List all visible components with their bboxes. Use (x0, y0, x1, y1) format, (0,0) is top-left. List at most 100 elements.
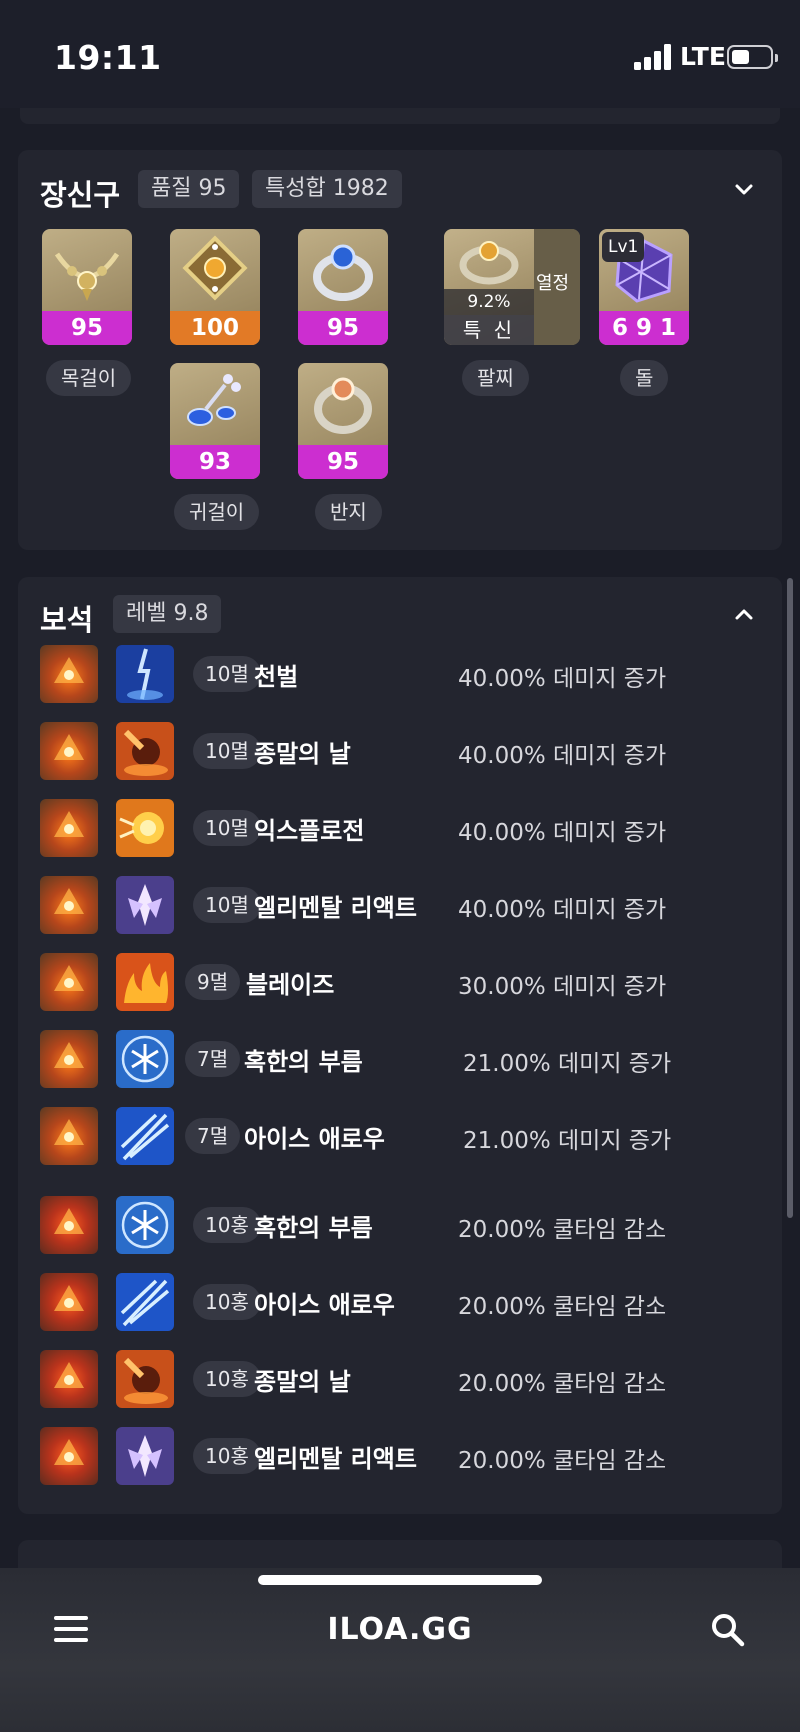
earring-item[interactable]: 100 (170, 229, 260, 345)
gem-effect: 20.00% 쿨타임 감소 (458, 1217, 667, 1243)
earring-label: 귀걸이 (174, 494, 260, 530)
gem-icon (40, 1273, 98, 1331)
necklace-item[interactable]: 95 (42, 229, 132, 345)
skill-name: 블레이즈 (246, 971, 335, 999)
gem-row[interactable]: 10멸 익스플로전 40.00% 데미지 증가 (40, 799, 760, 857)
crystal-icon (116, 1427, 174, 1485)
earring-icon (187, 374, 241, 426)
chevron-up-icon[interactable] (733, 603, 755, 625)
gem-effect: 20.00% 쿨타임 감소 (458, 1294, 667, 1320)
gem-level: 10홍 (193, 1284, 261, 1320)
skill-name: 천벌 (254, 663, 299, 691)
meteor-icon (116, 1350, 174, 1408)
quality-value: 95 (298, 445, 388, 479)
skill-name: 엘리멘탈 리액트 (254, 894, 417, 922)
gem-level: 10멸 (193, 887, 261, 923)
accessories-section: 장신구 품질 95 특성합 1982 95 목걸이 100 95 9.2% 특 … (18, 150, 782, 550)
meteor-icon (116, 722, 174, 780)
gem-effect: 40.00% 데미지 증가 (458, 820, 667, 846)
gem-row[interactable]: 10홍 종말의 날 20.00% 쿨타임 감소 (40, 1350, 760, 1408)
gem-effect: 40.00% 데미지 증가 (458, 666, 667, 692)
gem-level: 10멸 (193, 810, 261, 846)
quality-value: 93 (170, 445, 260, 479)
crystal-icon (116, 876, 174, 934)
menu-icon[interactable] (54, 1616, 88, 1642)
quality-tag: 품질 95 (138, 170, 240, 208)
gem-row[interactable]: 10홍 혹한의 부름 20.00% 쿨타임 감소 (40, 1196, 760, 1254)
bracelet-stat-value: 9.2% (444, 289, 534, 315)
quality-value: 100 (170, 311, 260, 345)
stone-level: Lv1 (602, 232, 645, 262)
skill-name: 익스플로전 (254, 817, 365, 845)
gem-effect: 40.00% 데미지 증가 (458, 743, 667, 769)
earring-icon (182, 235, 248, 301)
gem-icon (40, 953, 98, 1011)
gem-row[interactable]: 7멸 혹한의 부름 21.00% 데미지 증가 (40, 1030, 760, 1088)
gem-row[interactable]: 10멸 종말의 날 40.00% 데미지 증가 (40, 722, 760, 780)
gem-icon (40, 722, 98, 780)
bottom-navigation: ILOA.GG (0, 1568, 800, 1732)
ring-item[interactable]: 95 (298, 363, 388, 479)
gem-row[interactable]: 10홍 엘리멘탈 리액트 20.00% 쿨타임 감소 (40, 1427, 760, 1485)
necklace-icon (54, 252, 120, 301)
gem-effect: 20.00% 쿨타임 감소 (458, 1448, 667, 1474)
skill-name: 종말의 날 (254, 740, 351, 768)
snowflake-icon (116, 1030, 174, 1088)
stone-label: 돌 (620, 360, 669, 396)
gems-section: 보석 레벨 9.8 10멸 천벌 40.00% 데미지 증가 10멸 종말의 날 40.0… (18, 577, 782, 1514)
quality-value: 95 (298, 311, 388, 345)
gem-level: 10홍 (193, 1438, 261, 1474)
ring-icon (314, 377, 372, 434)
ability-stone-item[interactable]: Lv1 6 9 1 (599, 229, 689, 345)
ring-icon (313, 244, 373, 301)
gem-row[interactable]: 7멸 아이스 애로우 21.00% 데미지 증가 (40, 1107, 760, 1165)
gem-level: 10홍 (193, 1361, 261, 1397)
ring-item[interactable]: 95 (298, 229, 388, 345)
status-time: 19:11 (54, 38, 162, 77)
scrollbar[interactable] (787, 578, 793, 1218)
ice-arrow-icon (116, 1273, 174, 1331)
skill-name: 엘리멘탈 리액트 (254, 1445, 417, 1473)
gem-row[interactable]: 10멸 천벌 40.00% 데미지 증가 (40, 645, 760, 703)
bracelet-side-text: 열정 (536, 273, 570, 294)
network-type: LTE (680, 42, 726, 71)
skill-name: 아이스 애로우 (244, 1125, 385, 1153)
gem-icon (40, 645, 98, 703)
gem-level: 9멸 (185, 964, 241, 1000)
skill-name: 혹한의 부름 (244, 1048, 363, 1076)
section-title: 보석 (40, 603, 94, 637)
fireball-icon (116, 799, 174, 857)
flame-icon (116, 953, 174, 1011)
bracelet-item[interactable]: 9.2% 특 신 열정 (444, 229, 580, 345)
gem-level: 10멸 (193, 733, 261, 769)
gem-icon (40, 1350, 98, 1408)
previous-section-edge (20, 108, 780, 124)
gem-row[interactable]: 9멸 블레이즈 30.00% 데미지 증가 (40, 953, 760, 1011)
home-indicator (258, 1575, 542, 1585)
gem-effect: 40.00% 데미지 증가 (458, 897, 667, 923)
gem-row[interactable]: 10멸 엘리멘탈 리액트 40.00% 데미지 증가 (40, 876, 760, 934)
stats-sum-tag: 특성합 1982 (252, 170, 402, 208)
status-bar: 19:11 LTE (0, 0, 800, 108)
chevron-down-icon[interactable] (733, 179, 755, 201)
gem-effect: 21.00% 데미지 증가 (463, 1051, 672, 1077)
gem-level: 7멸 (185, 1041, 241, 1077)
section-title: 장신구 (40, 178, 121, 212)
bracelet-stat-line: 특 신 (444, 315, 534, 345)
ring-label: 반지 (315, 494, 382, 530)
skill-name: 종말의 날 (254, 1368, 351, 1396)
lightning-icon (116, 645, 174, 703)
gem-icon (40, 1196, 98, 1254)
search-icon[interactable] (710, 1612, 746, 1648)
gem-level: 10멸 (193, 656, 261, 692)
gem-icon (40, 799, 98, 857)
gem-effect: 30.00% 데미지 증가 (458, 974, 667, 1000)
gem-row[interactable]: 10홍 아이스 애로우 20.00% 쿨타임 감소 (40, 1273, 760, 1331)
gem-icon (40, 876, 98, 934)
gem-level: 7멸 (185, 1118, 241, 1154)
gem-level-tag: 레벨 9.8 (113, 595, 222, 633)
necklace-label: 목걸이 (46, 360, 132, 396)
earring-item[interactable]: 93 (170, 363, 260, 479)
site-logo[interactable]: ILOA.GG (300, 1612, 500, 1647)
gem-effect: 20.00% 쿨타임 감소 (458, 1371, 667, 1397)
